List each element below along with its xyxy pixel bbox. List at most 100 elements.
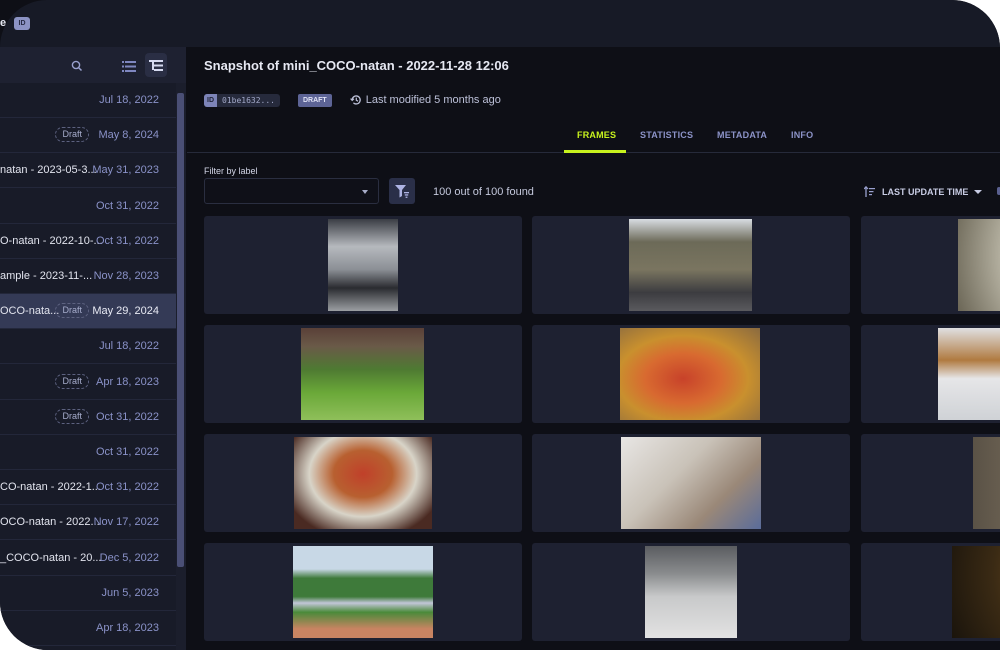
list-item[interactable]: natan - 2023-05-3... May 31, 2023 [0,153,176,189]
frame-card[interactable] [861,434,1000,532]
version-name: ample - 2023-11-... [0,270,93,282]
frame-thumbnail [301,328,424,420]
id-chip: ID [14,17,30,30]
version-date: Jul 18, 2022 [99,94,159,106]
version-name: OCO-natan - 2022... [0,516,100,529]
id-badge[interactable]: ID 01be1632... [204,93,280,107]
version-date: Nov 17, 2022 [93,516,159,529]
sidebar-scrollbar-thumb[interactable] [177,93,184,567]
list-item[interactable]: Oct 31, 2022 [0,189,176,224]
frame-card[interactable] [532,325,850,423]
list-item[interactable]: OCO-nata... Draft May 29, 2024 [0,294,176,330]
frame-card[interactable] [532,216,850,314]
sort-icon [864,186,875,197]
draft-badge: Draft [55,373,89,389]
version-date: Jul 18, 2022 [99,340,159,353]
draft-badge: Draft [55,303,89,319]
version-name: CO-natan - 2022-1... [0,481,101,494]
status-badge: DRAFT [297,93,332,107]
frame-card[interactable] [204,434,522,532]
version-date: May 31, 2023 [92,164,159,177]
list-item[interactable]: Apr 18, 2023 [0,611,176,646]
version-date: May 8, 2024 [98,129,159,142]
page-title: Snapshot of mini_COCO-natan - 2022-11-28… [204,58,509,73]
list-item[interactable]: Draft Oct 31, 2022 [0,400,176,435]
frame-thumbnail [952,546,1000,638]
tree-view-icon[interactable] [145,53,167,77]
version-date: Oct 31, 2022 [96,410,159,423]
tab-frames[interactable]: FRAMES [577,130,616,140]
filter-icon [395,184,409,198]
version-name: natan - 2023-05-3... [0,164,97,177]
list-item[interactable]: Draft May 8, 2024 [0,118,176,154]
frame-card[interactable] [204,216,522,314]
main-panel: Snapshot of mini_COCO-natan - 2022-11-28… [187,47,1000,650]
list-view-icon[interactable] [118,55,140,77]
frame-thumbnail [294,437,432,529]
version-date: Oct 31, 2022 [96,199,159,212]
top-bar: e ID [0,0,1000,47]
frame-card[interactable] [204,325,522,423]
version-date: Apr 18, 2023 [96,622,159,634]
filter-button[interactable] [389,178,415,204]
frame-thumbnail [629,219,752,311]
tab-info[interactable]: INFO [791,130,813,140]
active-tab-indicator [564,150,626,153]
version-date: Oct 31, 2022 [96,234,159,247]
chevron-down-icon [974,189,983,194]
sidebar: Jul 18, 2022 Draft May 8, 2024 natan - 2023… [0,47,186,650]
frame-card[interactable] [532,543,850,641]
version-date: May 29, 2024 [92,305,159,318]
sidebar-header [0,47,186,83]
frame-thumbnail [645,546,737,638]
id-label: ID [204,93,217,107]
version-date: Apr 18, 2023 [96,375,159,388]
frame-card[interactable] [204,543,522,641]
draft-badge: Draft [55,408,89,424]
frame-thumbnail [328,219,398,311]
frame-thumbnail [938,328,1000,420]
list-item[interactable]: Jun 5, 2023 [0,576,176,611]
dataset-version-list: Jul 18, 2022 Draft May 8, 2024 natan - 2023… [0,83,176,650]
app-window: e ID Jul 18, 2022 Draft May 8, 2024 natan -… [0,0,1000,650]
version-date: Dec 5, 2022 [99,551,159,564]
version-date: Jun 5, 2023 [101,586,160,599]
tab-bar: FRAMES STATISTICS METADATA INFO [187,122,1000,153]
sort-label: LAST UPDATE TIME [882,186,969,197]
version-name: O-natan - 2022-10-... [0,234,103,247]
meta-row: ID 01be1632... DRAFT Last modified 5 mon… [204,93,501,107]
list-item[interactable]: Jul 18, 2022 [0,83,176,118]
version-name: _COCO-natan - 20... [0,551,102,564]
tab-statistics[interactable]: STATISTICS [640,130,693,140]
list-item[interactable]: ample - 2023-11-... Nov 28, 2023 [0,259,176,294]
frame-card[interactable] [861,216,1000,314]
version-date: Nov 28, 2023 [93,270,159,282]
list-item[interactable]: _COCO-natan - 20... Dec 5, 2022 [0,541,176,576]
frame-thumbnail [621,437,761,529]
frame-card[interactable] [861,543,1000,641]
frame-card[interactable] [532,434,850,532]
frame-thumbnail [958,219,1000,311]
history-icon [349,95,361,105]
sort-dropdown[interactable]: LAST UPDATE TIME [864,186,983,197]
frame-thumbnail [973,437,1000,529]
frames-grid [204,216,1000,650]
list-item[interactable]: OCO-natan - 2022... Nov 17, 2022 [0,505,176,541]
list-item[interactable]: Oct 31, 2022 [0,435,176,470]
list-item[interactable]: Draft Apr 18, 2023 [0,365,176,400]
tab-metadata[interactable]: METADATA [717,130,767,140]
app-name: e [0,17,7,29]
list-item[interactable]: Jul 18, 2022 [0,329,176,365]
last-modified: Last modified 5 months ago [349,94,501,106]
last-modified-text: Last modified 5 months ago [365,94,501,106]
filter-by-label-select[interactable] [204,178,379,204]
list-item[interactable]: CO-natan - 2022-1... Oct 31, 2022 [0,470,176,506]
results-count: 100 out of 100 found [433,186,534,198]
search-icon[interactable] [66,55,88,77]
list-item[interactable]: O-natan - 2022-10-... Oct 31, 2022 [0,224,176,259]
version-date: Oct 31, 2022 [96,481,159,494]
frame-thumbnail [293,546,433,638]
id-value: 01be1632... [222,95,275,105]
frame-card[interactable] [861,325,1000,423]
version-name: OCO-nata... [0,305,60,318]
